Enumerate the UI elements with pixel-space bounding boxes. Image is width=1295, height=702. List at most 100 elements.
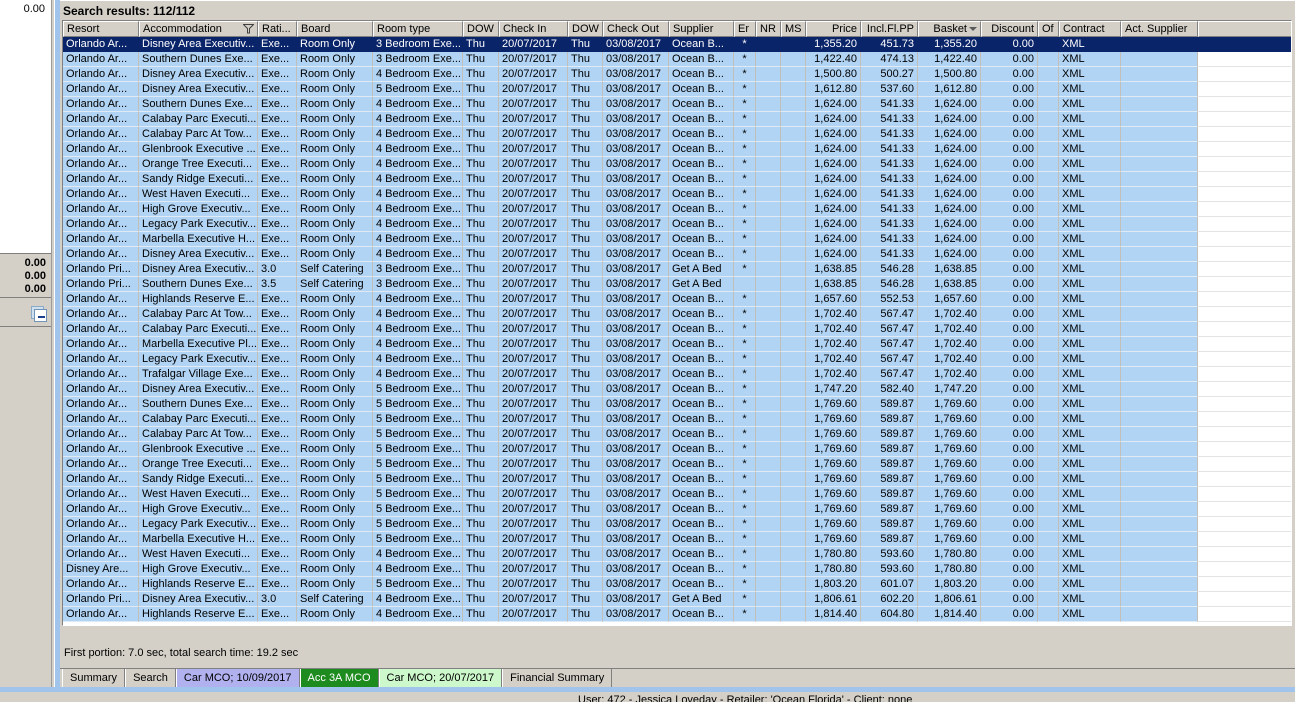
table-row[interactable]: Orlando Ar... Highlands Reserve E... Exe..… — [63, 292, 1291, 307]
column-header-accommodation[interactable]: Accommodation — [139, 21, 258, 37]
table-row[interactable]: Orlando Ar... Trafalgar Village Exe... Exe… — [63, 367, 1291, 382]
table-row[interactable]: Orlando Ar... Glenbrook Executive ... Exe.… — [63, 442, 1291, 457]
cell-er: * — [734, 577, 756, 592]
results-table: Resort Accommodation Rati... Board Room type… — [62, 20, 1292, 626]
column-header-check-out[interactable]: Check Out — [603, 21, 669, 37]
filter-funnel-icon[interactable] — [243, 24, 254, 34]
column-header-resort[interactable]: Resort — [63, 21, 139, 37]
table-row[interactable]: Orlando Ar... Southern Dunes Exe... Exe...… — [63, 52, 1291, 67]
column-header-dow-out[interactable]: DOW — [568, 21, 603, 37]
table-row[interactable]: Orlando Ar... Calabay Parc At Tow... Exe..… — [63, 127, 1291, 142]
cell-act-supplier — [1121, 472, 1198, 487]
cell-incl-fl-pp: 589.87 — [861, 517, 918, 532]
table-row[interactable]: Orlando Ar... Southern Dunes Exe... Exe...… — [63, 97, 1291, 112]
cell-supplier: Get A Bed — [669, 277, 734, 292]
tab-financial-summary[interactable]: Financial Summary — [502, 669, 613, 688]
tab-acc-3a-mco[interactable]: Acc 3A MCO — [299, 669, 379, 688]
table-row[interactable]: Orlando Ar... Legacy Park Executiv... Exe.… — [63, 517, 1291, 532]
cell-rating: Exe... — [258, 127, 297, 142]
table-row[interactable]: Orlando Ar... Highlands Reserve E... Exe..… — [63, 577, 1291, 592]
cell-accommodation: Disney Area Executiv... — [139, 82, 258, 97]
column-header-incl-fl-pp[interactable]: Incl.Fl.PP — [861, 21, 918, 37]
tab-car-mco-10-09-2017[interactable]: Car MCO; 10/09/2017 — [175, 669, 300, 688]
table-row[interactable]: Orlando Ar... Disney Area Executiv... Exe.… — [63, 247, 1291, 262]
column-header-act-supplier[interactable]: Act. Supplier — [1121, 21, 1198, 37]
cell-contract: XML — [1059, 562, 1121, 577]
column-header-room-type[interactable]: Room type — [373, 21, 463, 37]
cell-price: 1,612.80 — [806, 82, 861, 97]
table-row[interactable]: Orlando Ar... Legacy Park Executiv... Exe.… — [63, 352, 1291, 367]
table-row[interactable]: Orlando Ar... West Haven Executi... Exe...… — [63, 487, 1291, 502]
table-row[interactable]: Orlando Ar... Marbella Executive H... Exe.… — [63, 532, 1291, 547]
table-row[interactable]: Disney Are... High Grove Executiv... Exe..… — [63, 562, 1291, 577]
column-header-basket[interactable]: Basket — [918, 21, 981, 37]
cell-er: * — [734, 67, 756, 82]
cell-room-type: 4 Bedroom Exe... — [373, 547, 463, 562]
table-row[interactable]: Orlando Ar... Sandy Ridge Executi... Exe..… — [63, 472, 1291, 487]
tab-summary[interactable]: Summary — [62, 669, 126, 688]
cell-discount: 0.00 — [981, 427, 1038, 442]
cell-dow-in: Thu — [463, 262, 499, 277]
table-row[interactable]: Orlando Ar... Disney Area Executiv... Exe.… — [63, 82, 1291, 97]
cell-discount: 0.00 — [981, 247, 1038, 262]
column-header-of[interactable]: Of — [1038, 21, 1059, 37]
column-header-supplier[interactable]: Supplier — [669, 21, 734, 37]
cell-room-type: 5 Bedroom Exe... — [373, 517, 463, 532]
table-row[interactable]: Orlando Ar... Orange Tree Executi... Exe..… — [63, 457, 1291, 472]
column-header-board[interactable]: Board — [297, 21, 373, 37]
cell-price: 1,747.20 — [806, 382, 861, 397]
cell-accommodation: Legacy Park Executiv... — [139, 517, 258, 532]
table-row[interactable]: Orlando Ar... Marbella Executive H... Exe.… — [63, 232, 1291, 247]
left-button-section — [0, 297, 51, 327]
column-header-check-in[interactable]: Check In — [499, 21, 568, 37]
column-header-rating[interactable]: Rati... — [258, 21, 297, 37]
column-header-nr[interactable]: NR — [756, 21, 781, 37]
column-header-contract[interactable]: Contract — [1059, 21, 1121, 37]
table-row[interactable]: Orlando Ar... High Grove Executiv... Exe..… — [63, 502, 1291, 517]
table-row[interactable]: Orlando Ar... Calabay Parc Executi... Exe.… — [63, 112, 1291, 127]
cell-ms — [781, 547, 806, 562]
column-header-discount[interactable]: Discount — [981, 21, 1038, 37]
table-row[interactable]: Orlando Pri... Disney Area Executiv... 3.0… — [63, 262, 1291, 277]
cell-contract: XML — [1059, 412, 1121, 427]
table-row[interactable]: Orlando Ar... Calabay Parc At Tow... Exe..… — [63, 427, 1291, 442]
table-row[interactable]: Orlando Pri... Disney Area Executiv... 3.0… — [63, 592, 1291, 607]
table-row[interactable]: Orlando Ar... Highlands Reserve E... Exe..… — [63, 607, 1291, 622]
table-row[interactable]: Orlando Ar... Orange Tree Executi... Exe..… — [63, 157, 1291, 172]
tab-car-mco-20-07-2017[interactable]: Car MCO; 20/07/2017 — [378, 669, 503, 688]
table-row[interactable]: Orlando Ar... High Grove Executiv... Exe..… — [63, 202, 1291, 217]
cell-filler — [1198, 592, 1291, 607]
table-row[interactable]: Orlando Ar... West Haven Executi... Exe...… — [63, 547, 1291, 562]
cell-basket: 1,702.40 — [918, 322, 981, 337]
table-row[interactable]: Orlando Ar... Calabay Parc At Tow... Exe..… — [63, 307, 1291, 322]
table-row[interactable]: Orlando Ar... Marbella Executive Pl... Exe… — [63, 337, 1291, 352]
column-header-price[interactable]: Price — [806, 21, 861, 37]
table-row-selected[interactable]: Orlando Ar... Disney Area Executiv... Exe.… — [63, 37, 1291, 52]
collapse-button[interactable] — [31, 306, 48, 322]
left-panel-list: 0.00 0.00 — [0, 0, 51, 253]
cell-filler — [1198, 127, 1291, 142]
column-header-dow-in[interactable]: DOW — [463, 21, 499, 37]
cell-incl-fl-pp: 589.87 — [861, 472, 918, 487]
cell-board: Room Only — [297, 112, 373, 127]
column-header-er[interactable]: Er — [734, 21, 756, 37]
cell-nr — [756, 367, 781, 382]
cell-act-supplier — [1121, 247, 1198, 262]
table-row[interactable]: Orlando Ar... Calabay Parc Executi... Exe.… — [63, 322, 1291, 337]
table-row[interactable]: Orlando Pri... Southern Dunes Exe... 3.5 Se… — [63, 277, 1291, 292]
table-row[interactable]: Orlando Ar... Southern Dunes Exe... Exe...… — [63, 397, 1291, 412]
cell-board: Room Only — [297, 247, 373, 262]
cell-nr — [756, 337, 781, 352]
column-header-ms[interactable]: MS — [781, 21, 806, 37]
table-row[interactable]: Orlando Ar... Disney Area Executiv... Exe.… — [63, 67, 1291, 82]
table-row[interactable]: Orlando Ar... West Haven Executi... Exe...… — [63, 187, 1291, 202]
tab-search[interactable]: Search — [125, 669, 176, 688]
table-row[interactable]: Orlando Ar... Glenbrook Executive ... Exe.… — [63, 142, 1291, 157]
cell-price: 1,422.40 — [806, 52, 861, 67]
cell-filler — [1198, 262, 1291, 277]
table-row[interactable]: Orlando Ar... Legacy Park Executiv... Exe.… — [63, 217, 1291, 232]
table-row[interactable]: Orlando Ar... Disney Area Executiv... Exe.… — [63, 382, 1291, 397]
cell-accommodation: Trafalgar Village Exe... — [139, 367, 258, 382]
table-row[interactable]: Orlando Ar... Sandy Ridge Executi... Exe..… — [63, 172, 1291, 187]
table-row[interactable]: Orlando Ar... Calabay Parc Executi... Exe.… — [63, 412, 1291, 427]
